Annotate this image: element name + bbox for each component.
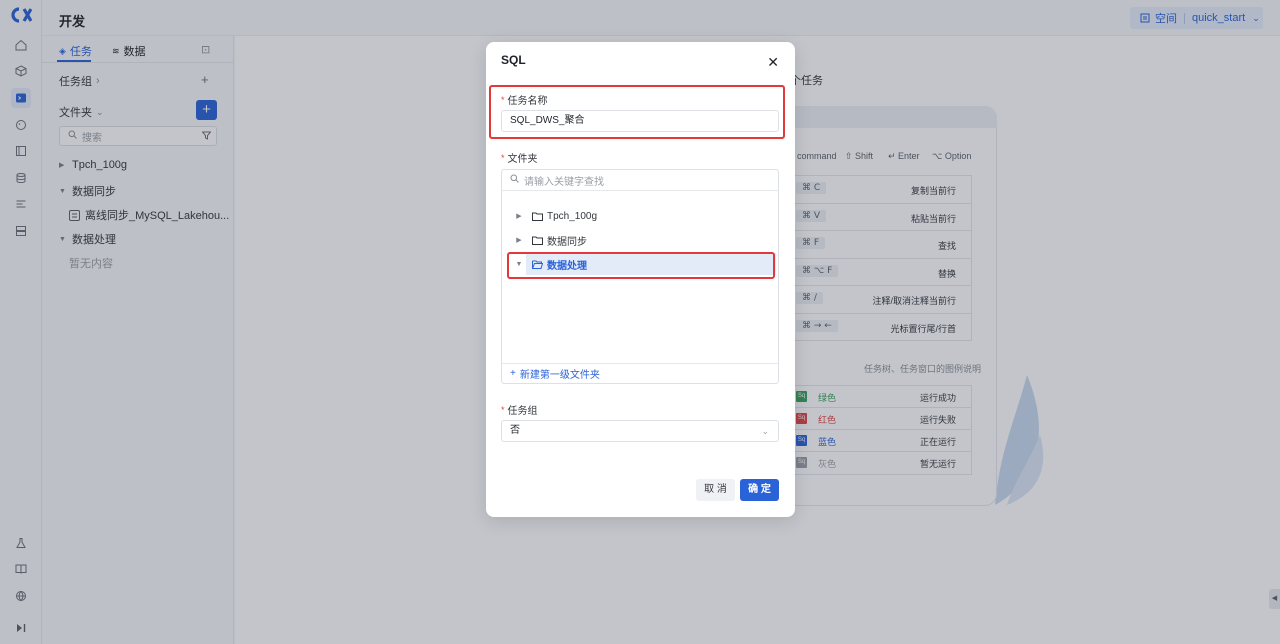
task-group-label: * 任务组 — [501, 402, 538, 418]
plus-icon: + — [510, 368, 516, 379]
confirm-button[interactable]: 确 定 — [740, 479, 779, 501]
required-mark: * — [501, 152, 505, 163]
folder-icon — [532, 212, 543, 221]
folder-label: * 文件夹 — [501, 150, 538, 166]
chevron-down-icon: ⌄ — [761, 426, 769, 436]
caret-right-icon: ▶ — [516, 237, 522, 244]
highlight-box — [489, 85, 785, 139]
label-text: 文件夹 — [507, 154, 538, 165]
folder-option[interactable]: ▶ Tpch_100g — [512, 205, 774, 227]
highlight-box — [507, 252, 775, 279]
new-root-folder-button[interactable]: + 新建第一级文件夹 — [502, 363, 778, 383]
select-value: 否 — [510, 425, 520, 436]
search-icon — [510, 174, 519, 186]
search-placeholder: 请输入关键字查找 — [524, 176, 604, 188]
create-sql-task-dialog: SQL ✕ * 任务名称 SQL_DWS_聚合 * 文件夹 请输入关键字查找 ▶… — [486, 42, 795, 517]
caret-right-icon: ▶ — [516, 213, 522, 220]
close-icon[interactable]: ✕ — [767, 54, 779, 71]
new-folder-label: 新建第一级文件夹 — [519, 370, 600, 381]
folder-name: Tpch_100g — [547, 210, 598, 222]
folder-icon — [532, 236, 543, 245]
dialog-title: SQL — [501, 53, 526, 67]
folder-search-input[interactable]: 请输入关键字查找 — [502, 170, 778, 191]
cancel-button[interactable]: 取 消 — [696, 479, 735, 501]
label-text: 任务组 — [507, 406, 538, 417]
task-group-select[interactable]: 否 ⌄ — [501, 420, 779, 442]
folder-name: 数据同步 — [547, 236, 587, 248]
required-mark: * — [501, 404, 505, 415]
folder-option[interactable]: ▶ 数据同步 — [512, 229, 774, 251]
